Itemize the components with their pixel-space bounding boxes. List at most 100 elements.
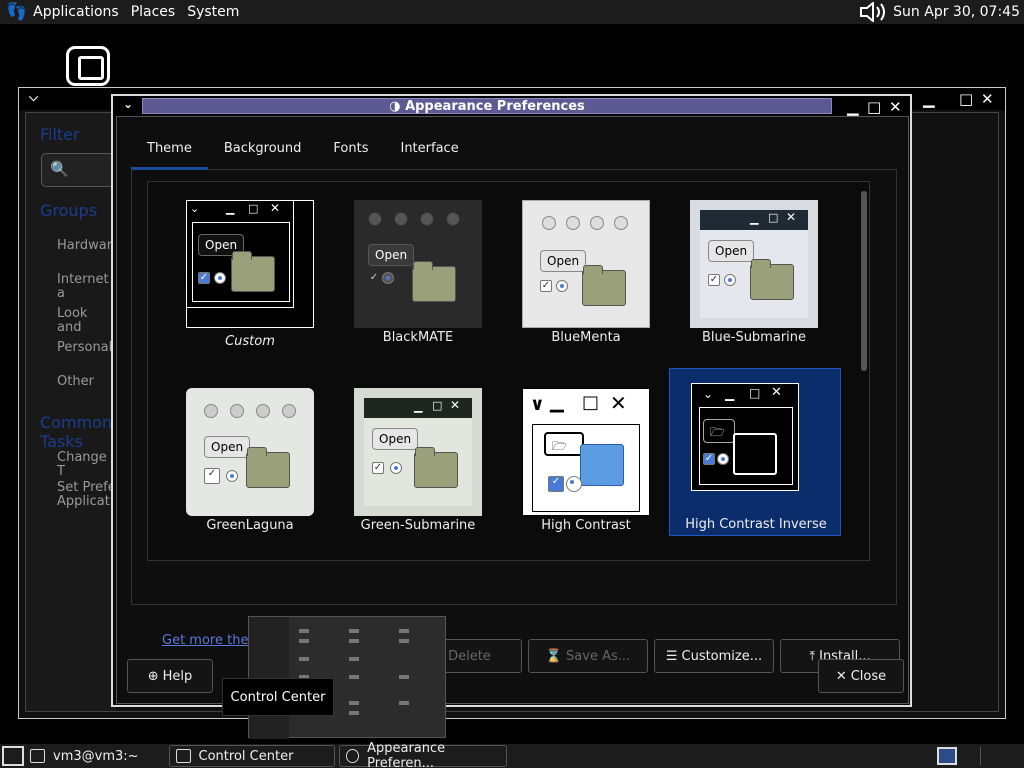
- theme-label: High Contrast Inverse: [685, 517, 827, 532]
- panel-separator: [980, 747, 981, 765]
- scrollbar-thumb[interactable]: [861, 191, 867, 371]
- theme-green-submarine[interactable]: ▁ □ ✕ Open ✓ Green-Submarine: [343, 378, 493, 538]
- workspace-switcher[interactable]: [937, 747, 957, 765]
- appearance-body: Theme Background Fonts Interface ⌄ ▁ □ ✕…: [116, 116, 909, 704]
- install-icon: ⤒: [809, 648, 816, 664]
- group-personal[interactable]: Personal: [57, 341, 112, 355]
- group-internet[interactable]: Internet a: [57, 273, 116, 301]
- theme-preview: ⌄ ▁ □ ✕ 🗁 ✓: [691, 383, 819, 511]
- chevron-down-icon: ∨: [530, 394, 545, 415]
- theme-preview: Open ✓: [522, 200, 650, 328]
- theme-label: Blue-Submarine: [701, 330, 807, 345]
- delete-label: Delete: [448, 648, 491, 664]
- checkbox-sample: ✓: [540, 280, 552, 292]
- show-desktop-icon[interactable]: [2, 746, 24, 766]
- customize-button[interactable]: ☰ Customize...: [654, 639, 774, 673]
- checkbox-sample: ✓: [372, 462, 384, 474]
- taskbar-tooltip: Control Center: [222, 678, 334, 716]
- places-menu[interactable]: Places: [125, 0, 182, 24]
- theme-bluementa[interactable]: Open ✓ BlueMenta: [511, 190, 661, 350]
- task-change-theme[interactable]: Change T: [57, 451, 116, 479]
- close-icon: ✕: [450, 398, 461, 412]
- appearance-titlebar[interactable]: ⌄ ◑ Appearance Preferences ▁ □ ✕: [113, 96, 910, 118]
- volume-icon[interactable]: [859, 2, 889, 22]
- theme-high-contrast[interactable]: ∨ ▁ □ ✕ 🗁 ✓ High Contrast: [511, 378, 661, 538]
- group-look-and-feel[interactable]: Look and: [57, 307, 116, 335]
- window-menu-icon[interactable]: ⌄: [123, 97, 133, 111]
- maximize-icon: □: [768, 211, 779, 224]
- checkbox-sample: ✓: [703, 453, 715, 465]
- bottom-panel: vm3@vm3:~ Control Center Appearance Pref…: [0, 741, 1024, 768]
- folder-icon: [582, 265, 626, 306]
- theme-preview: ▁ □ ✕ Open ✓: [354, 388, 482, 516]
- help-button[interactable]: ⊕ Help: [127, 659, 213, 693]
- system-menu[interactable]: System: [181, 0, 245, 24]
- minimize-icon[interactable]: ▁: [847, 98, 859, 116]
- help-icon: ⊕: [147, 668, 159, 684]
- theme-label: BlackMATE: [382, 330, 454, 345]
- theme-page: ⌄ ▁ □ ✕ Open ✓ Custom Open ✓ BlackMATE O…: [131, 169, 900, 673]
- close-icon[interactable]: ✕: [981, 90, 994, 108]
- appearance-icon: [345, 749, 360, 763]
- theme-custom[interactable]: ⌄ ▁ □ ✕ Open ✓ Custom: [175, 190, 325, 350]
- close-icon: ✕: [610, 391, 627, 415]
- theme-preview: ⌄ ▁ □ ✕ Open ✓: [186, 200, 314, 328]
- minimize-icon[interactable]: ▁: [923, 90, 935, 108]
- open-sample: Open: [540, 250, 587, 272]
- tab-theme[interactable]: Theme: [131, 132, 208, 170]
- appearance-app-icon: ◑: [389, 99, 406, 114]
- applications-menu[interactable]: 👣 Applications: [0, 0, 125, 24]
- save-as-label: Save As...: [566, 648, 631, 664]
- tab-background[interactable]: Background: [208, 132, 318, 170]
- theme-blue-submarine[interactable]: ▁ □ ✕ Open ✓ Blue-Submarine: [679, 190, 829, 350]
- maximize-icon[interactable]: □: [867, 98, 881, 116]
- window-title-text: Appearance Preferences: [405, 99, 585, 114]
- taskbar-item-control-center[interactable]: Control Center: [168, 745, 335, 767]
- group-other[interactable]: Other: [57, 375, 94, 389]
- radio-sample: [566, 476, 582, 492]
- close-button[interactable]: ✕ Close: [818, 659, 904, 693]
- desktop: 👣 Applications Places System Sun Apr 30,…: [0, 0, 1024, 768]
- task-label-line1: Set Prefe: [57, 480, 116, 495]
- open-sample: 🗁: [703, 419, 735, 443]
- save-icon: ⌛: [545, 648, 563, 664]
- maximize-icon: □: [749, 386, 761, 400]
- filter-search-input[interactable]: 🔍: [41, 153, 121, 187]
- taskbar-item-appearance[interactable]: Appearance Preferen...: [338, 741, 507, 768]
- folder-icon: [412, 261, 456, 302]
- theme-preview: Open ✓: [186, 388, 314, 516]
- taskbar-item-terminal[interactable]: vm3@vm3:~: [24, 745, 145, 767]
- close-icon[interactable]: ✕: [889, 98, 902, 116]
- get-more-themes-link[interactable]: Get more them: [162, 633, 261, 648]
- window-menu-icon[interactable]: ⌵: [29, 90, 38, 105]
- control-center-preview-thumbnail[interactable]: [248, 616, 446, 739]
- computer-desktop-icon[interactable]: [66, 46, 110, 86]
- clock[interactable]: Sun Apr 30, 07:45: [893, 4, 1020, 20]
- checkbox-sample: ✓: [198, 272, 210, 284]
- close-label: Close: [850, 668, 887, 684]
- appearance-preferences-window: ⌄ ◑ Appearance Preferences ▁ □ ✕ Theme B…: [111, 94, 912, 707]
- taskbar-item-label: Control Center: [198, 748, 294, 764]
- minimize-icon: ▁: [750, 212, 759, 225]
- top-panel: 👣 Applications Places System Sun Apr 30,…: [0, 0, 1024, 24]
- theme-blackmate[interactable]: Open ✓ BlackMATE: [343, 190, 493, 350]
- theme-scrollbar[interactable]: [860, 181, 868, 545]
- close-icon: ✕: [771, 385, 782, 400]
- checkbox-sample: ✓: [368, 272, 380, 284]
- folder-icon: [231, 251, 275, 292]
- radio-sample: [382, 272, 394, 284]
- folder-icon: [580, 444, 624, 486]
- theme-high-contrast-inverse[interactable]: ⌄ ▁ □ ✕ 🗁 ✓ High Contrast Inverse: [669, 368, 841, 536]
- open-sample: Open: [708, 240, 755, 262]
- customize-icon: ☰: [665, 648, 678, 664]
- theme-grid: ⌄ ▁ □ ✕ Open ✓ Custom Open ✓ BlackMATE O…: [147, 181, 870, 561]
- tab-fonts[interactable]: Fonts: [317, 132, 384, 170]
- close-icon: ✕: [270, 201, 281, 215]
- window-title: ◑ Appearance Preferences: [143, 99, 831, 114]
- maximize-icon[interactable]: □: [959, 90, 973, 108]
- folder-icon: [414, 447, 458, 488]
- save-as-button[interactable]: ⌛ Save As...: [528, 639, 648, 673]
- tab-interface[interactable]: Interface: [384, 132, 474, 170]
- theme-greenlaguna[interactable]: Open ✓ GreenLaguna: [175, 378, 325, 538]
- close-icon: ✕: [835, 668, 847, 684]
